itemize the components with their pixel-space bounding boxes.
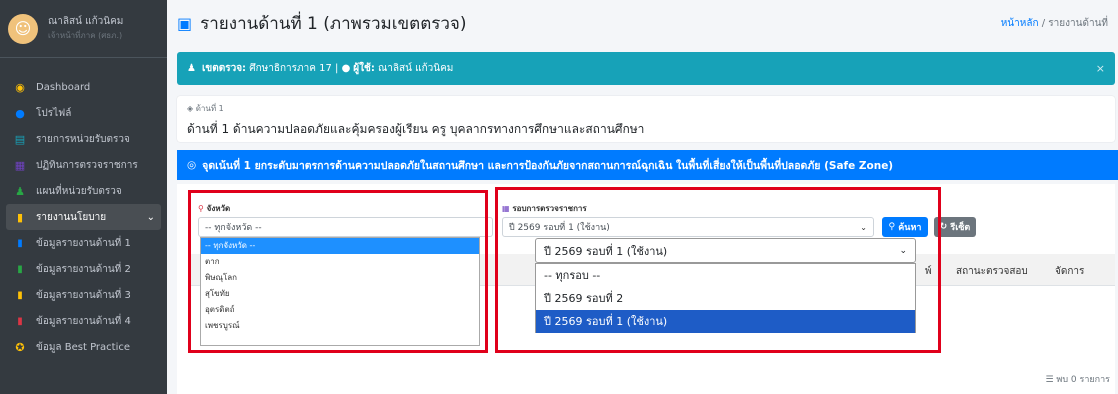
avatar: ☺: [8, 13, 38, 44]
sidebar: ☺ ณาลิสน์ แก้วนิคม เจ้าหน้าที่ภาค (ศธภ.)…: [0, 0, 167, 394]
sidebar-item-calendar[interactable]: ▦ ปฏิทินการตรวจราชการ: [0, 152, 167, 178]
result-count: ☰ พบ 0 รายการ: [1045, 375, 1110, 385]
layers-icon: ◈: [187, 104, 194, 113]
file-icon: ▮: [17, 289, 23, 301]
file-icon: ▮: [17, 237, 23, 249]
target-icon: ◎: [187, 159, 197, 171]
sidebar-item-units[interactable]: ▤ รายการหน่วยรับตรวจ: [0, 126, 167, 152]
aspect-small-label: ◈ ด้านที่ 1: [187, 104, 224, 113]
user-panel[interactable]: ☺ ณาลิสน์ แก้วนิคม เจ้าหน้าที่ภาค (ศธภ.): [0, 0, 167, 58]
list-icon: ▤: [14, 132, 26, 146]
chevron-down-icon: ⌄: [146, 211, 155, 223]
breadcrumb: หน้าหลัก / รายงานด้านที่: [1000, 17, 1108, 29]
users-icon: ♟: [187, 63, 196, 74]
user-role: เจ้าหน้าที่ภาค (ศธภ.): [48, 30, 123, 40]
sidebar-item-report-2[interactable]: ▮ ข้อมูลรายงานด้านที่ 2: [0, 256, 167, 282]
aspect-card: ◈ ด้านที่ 1 ด้านที่ 1 ด้านความปลอดภัยและ…: [177, 96, 1115, 142]
sidebar-item-dashboard[interactable]: ◉ Dashboard: [0, 74, 167, 100]
list-icon: ☰: [1045, 375, 1054, 385]
user-icon: ●: [15, 106, 25, 120]
zone-info-bar: ♟ เขตตรวจ: ศึกษาธิการภาค 17 | ● ผู้ใช้: …: [177, 52, 1115, 85]
file-icon: ▮: [17, 263, 23, 275]
page-title: ▣ รายงานด้านที่ 1 (ภาพรวมเขตตรวจ): [177, 13, 467, 34]
users-icon: ♟: [15, 184, 25, 198]
aspect-title: ด้านที่ 1 ด้านความปลอดภัยและคุ้มครองผู้เ…: [187, 122, 645, 136]
sidebar-item-profile[interactable]: ● โปรไฟล์: [0, 100, 167, 126]
sidebar-item-report-1[interactable]: ▮ ข้อมูลรายงานด้านที่ 1: [0, 230, 167, 256]
book-icon: ▮: [16, 210, 24, 224]
document-icon: ▣: [177, 13, 193, 33]
focus-bar: ◎ จุดเน้นที่ 1 ยกระดับมาตรการด้านความปลอ…: [177, 150, 1118, 180]
highlight-box-province: [188, 190, 488, 353]
highlight-box-round: [495, 187, 941, 353]
sidebar-item-best-practice[interactable]: ✪ ข้อมูล Best Practice: [0, 334, 167, 360]
user-icon: ●: [341, 63, 351, 74]
calendar-icon: ▦: [14, 158, 26, 172]
close-icon[interactable]: ×: [1096, 62, 1105, 75]
user-name: ณาลิสน์ แก้วนิคม: [48, 15, 124, 27]
sidebar-item-map[interactable]: ♟ แผนที่หน่วยรับตรวจ: [0, 178, 167, 204]
sidebar-item-policy-report[interactable]: ▮ รายงานนโยบาย ⌄: [6, 204, 161, 230]
sidebar-item-report-4[interactable]: ▮ ข้อมูลรายงานด้านที่ 4: [0, 308, 167, 334]
breadcrumb-home-link[interactable]: หน้าหลัก: [1001, 18, 1039, 29]
award-icon: ✪: [15, 340, 25, 354]
col-manage: จัดการ: [1055, 266, 1085, 277]
page-header: ▣ รายงานด้านที่ 1 (ภาพรวมเขตตรวจ) หน้าหล…: [167, 0, 1118, 46]
col-status: สถานะตรวจสอบ: [956, 266, 1028, 277]
file-icon: ▮: [17, 315, 23, 327]
sidebar-nav: ◉ Dashboard ● โปรไฟล์ ▤ รายการหน่วยรับตรวจ …: [0, 58, 167, 360]
dashboard-icon: ◉: [15, 80, 25, 94]
sidebar-item-report-3[interactable]: ▮ ข้อมูลรายงานด้านที่ 3: [0, 282, 167, 308]
